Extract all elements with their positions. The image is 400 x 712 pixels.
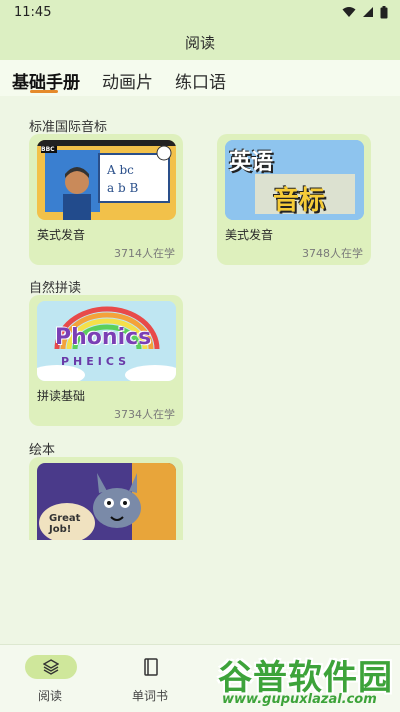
nav-icon-pill bbox=[25, 655, 77, 679]
thumb-title-bottom: 音标 bbox=[273, 186, 326, 216]
watermark-url: www.gupuxlazal.com bbox=[222, 692, 377, 707]
thumb-title-top: 英语 bbox=[229, 150, 274, 175]
nav-label: 单词书 bbox=[131, 689, 168, 703]
tab-label: 练口语 bbox=[175, 73, 226, 93]
status-time: 11:45 bbox=[14, 4, 52, 20]
course-title: 拼读基础 bbox=[37, 389, 86, 403]
nav-reading[interactable]: 阅读 bbox=[0, 651, 100, 709]
learner-count: 3714人在学 bbox=[114, 247, 175, 260]
course-title: 英式发音 bbox=[37, 228, 86, 242]
thumb-title: Phonics bbox=[55, 325, 152, 350]
thumb-subtitle: PHEICS bbox=[61, 355, 131, 368]
layers-icon bbox=[43, 659, 59, 675]
tab-active-indicator bbox=[30, 90, 58, 93]
course-card-american[interactable]: 英语 音标 美式发音 3748人在学 bbox=[217, 134, 371, 265]
signal-icon bbox=[363, 7, 373, 17]
tab-animation[interactable]: 动画片 bbox=[102, 60, 153, 96]
section-title: 标准国际音标 bbox=[29, 120, 108, 135]
tab-basic-manual[interactable]: 基础手册 bbox=[12, 60, 80, 96]
section-title: 自然拼读 bbox=[29, 281, 82, 296]
nav-label: 阅读 bbox=[37, 689, 62, 703]
watermark: 谷普软件园 www.gupuxlazal.com bbox=[218, 650, 396, 710]
empty-area bbox=[0, 540, 400, 644]
teacher-illustration: A bc a b B bbox=[37, 140, 176, 220]
course-card-picture-book[interactable]: Great Job! bbox=[29, 457, 183, 540]
tab-bar: 基础手册 动画片 练口语 bbox=[0, 60, 400, 96]
battery-icon bbox=[380, 5, 388, 18]
tab-label: 动画片 bbox=[102, 73, 153, 93]
tab-speaking[interactable]: 练口语 bbox=[175, 60, 226, 96]
course-card-british[interactable]: A bc a b B BBC 英式发音 3714人在学 bbox=[29, 134, 183, 265]
section-title: 绘本 bbox=[29, 443, 56, 458]
course-card-phonics[interactable]: Phonics PHEICS 拼读基础 3734人在学 bbox=[29, 295, 183, 426]
course-thumbnail: Great Job! bbox=[37, 463, 176, 540]
wifi-icon bbox=[342, 7, 356, 17]
learner-count: 3734人在学 bbox=[114, 408, 175, 421]
nav-wordbook[interactable]: 单词书 bbox=[100, 651, 200, 709]
course-thumbnail: Phonics PHEICS bbox=[37, 301, 176, 381]
status-icons bbox=[342, 5, 388, 19]
svg-text:a b B: a b B bbox=[107, 181, 138, 195]
app-bar: 阅读 bbox=[0, 24, 400, 60]
svg-text:A bc: A bc bbox=[106, 163, 134, 177]
thumb-speech-text: Great Job! bbox=[49, 513, 81, 535]
page-title: 阅读 bbox=[184, 33, 215, 52]
nav-icon-pill bbox=[125, 655, 177, 679]
learner-count: 3748人在学 bbox=[302, 247, 363, 260]
course-title: 美式发音 bbox=[225, 228, 274, 242]
thumb-logo-text: BBC bbox=[41, 146, 55, 153]
course-thumbnail: 英语 音标 bbox=[225, 140, 364, 220]
course-thumbnail: A bc a b B BBC bbox=[37, 140, 176, 220]
book-icon bbox=[144, 658, 158, 676]
status-bar: 11:45 bbox=[0, 0, 400, 24]
content-area: 标准国际音标 A bc a b B BBC 英式发音 3714人在学 英语 音标… bbox=[0, 96, 400, 540]
